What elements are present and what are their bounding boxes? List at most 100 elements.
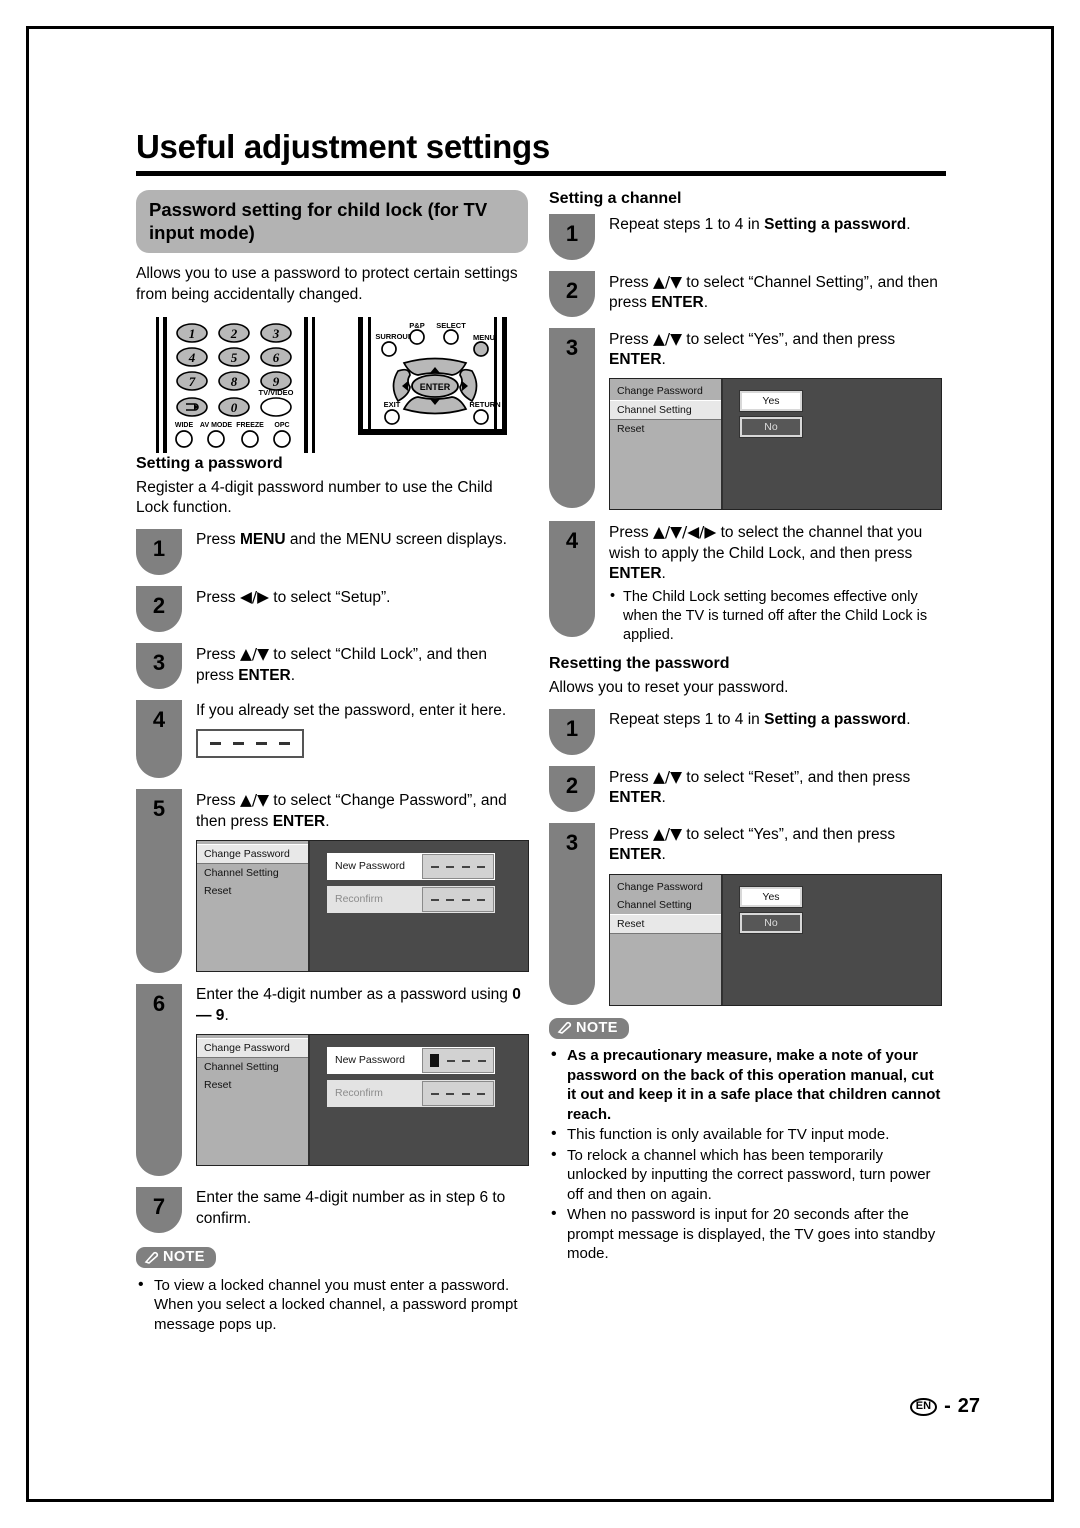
password-dash bbox=[279, 741, 290, 745]
svg-text:1: 1 bbox=[189, 326, 196, 341]
osd-menu-list: Change Password Channel Setting Reset bbox=[610, 874, 723, 1005]
section-banner: Password setting for child lock (for TV … bbox=[136, 189, 528, 254]
digit-dash bbox=[462, 1059, 471, 1062]
svg-text:4: 4 bbox=[188, 350, 196, 365]
osd-button-no[interactable]: No bbox=[739, 416, 803, 439]
step-text-6: Enter the 4-digit number as a password u… bbox=[196, 984, 529, 1167]
step-number-2: 2 bbox=[549, 765, 595, 812]
step-number-3: 3 bbox=[136, 643, 182, 690]
step-6: 6 Enter the 4-digit number as a password… bbox=[136, 984, 529, 1177]
password-dash bbox=[256, 741, 267, 745]
digit-dash bbox=[477, 898, 486, 901]
note-item: When no password is input for 20 seconds… bbox=[549, 1204, 946, 1264]
digit-dash bbox=[446, 898, 455, 901]
channel-step-4: 4 Press ▲/▼/◀/▶ to select the channel th… bbox=[549, 521, 946, 644]
channel-step-text-3: Press ▲/▼ to select “Yes”, and then pres… bbox=[609, 328, 946, 511]
note-tag: NOTE bbox=[549, 1017, 629, 1039]
step-number-7: 7 bbox=[136, 1187, 182, 1234]
page-footer: EN - 27 bbox=[909, 1395, 980, 1418]
osd-label-new-password: New Password bbox=[335, 1053, 406, 1066]
setting-password-intro: Register a 4-digit password number to us… bbox=[136, 478, 493, 517]
osd-item-change-password[interactable]: Change Password bbox=[610, 878, 721, 896]
osd-item-channel-setting[interactable]: Channel Setting bbox=[197, 864, 308, 882]
osd-field-new-password[interactable]: New Password bbox=[327, 853, 495, 881]
osd-button-yes[interactable]: Yes bbox=[739, 390, 803, 413]
osd-item-change-password[interactable]: Change Password bbox=[197, 844, 308, 865]
svg-text:7: 7 bbox=[189, 374, 196, 389]
step-5: 5 Press ▲/▼ to select “Change Password”,… bbox=[136, 789, 529, 974]
osd-item-channel-setting[interactable]: Channel Setting bbox=[197, 1058, 308, 1076]
osd-item-reset[interactable]: Reset bbox=[197, 1076, 308, 1094]
osd-digits-new-password[interactable] bbox=[422, 854, 494, 880]
reset-step-text-3: Press ▲/▼ to select “Yes”, and then pres… bbox=[609, 823, 946, 1006]
digit-dash bbox=[430, 1092, 439, 1095]
setting-password-heading: Setting a password bbox=[136, 454, 283, 472]
resetting-password-heading: Resetting the password bbox=[549, 654, 730, 672]
channel-step-1: 1 Repeat steps 1 to 4 in Setting a passw… bbox=[549, 213, 946, 260]
reset-step-1: 1 Repeat steps 1 to 4 in Setting a passw… bbox=[549, 708, 946, 755]
osd-field-new-password[interactable]: New Password bbox=[327, 1047, 495, 1075]
note-item: To relock a channel which has been tempo… bbox=[549, 1145, 946, 1205]
setting-channel-heading: Setting a channel bbox=[549, 189, 682, 207]
step-text-1: Press MENU and the MENU screen displays. bbox=[196, 531, 507, 549]
svg-text:RETURN: RETURN bbox=[469, 400, 500, 409]
step-number-1: 1 bbox=[549, 708, 595, 755]
osd-item-reset[interactable]: Reset bbox=[610, 420, 721, 438]
osd-digits-reconfirm[interactable] bbox=[422, 887, 494, 913]
note-block-right: NOTE As a precautionary measure, make a … bbox=[549, 1017, 946, 1264]
osd-field-reconfirm[interactable]: Reconfirm bbox=[327, 886, 495, 914]
digit-dash bbox=[477, 1092, 486, 1095]
note-item: To view a locked channel you must enter … bbox=[136, 1275, 528, 1335]
step-7: 7 Enter the same 4-digit number as in st… bbox=[136, 1187, 528, 1234]
step-4-label: If you already set the password, enter i… bbox=[196, 702, 507, 720]
step-1: 1 Press MENU and the MENU screen display… bbox=[136, 529, 528, 576]
footer-dash: - bbox=[944, 1395, 951, 1417]
osd-reset: Change Password Channel Setting Reset Ye… bbox=[609, 873, 942, 1006]
osd-field-reconfirm[interactable]: Reconfirm bbox=[327, 1080, 495, 1108]
digit-dash bbox=[446, 1092, 455, 1095]
channel-step-text-1: Repeat steps 1 to 4 in Setting a passwor… bbox=[609, 215, 911, 233]
svg-text:2: 2 bbox=[230, 326, 238, 341]
osd-button-no[interactable]: No bbox=[739, 911, 803, 934]
svg-text:6: 6 bbox=[273, 350, 280, 365]
digit-cursor bbox=[430, 1054, 440, 1068]
digit-dash bbox=[461, 898, 470, 901]
osd-item-reset[interactable]: Reset bbox=[197, 882, 308, 900]
reset-step-2: 2 Press ▲/▼ to select “Reset”, and then … bbox=[549, 765, 946, 812]
password-entry-box[interactable] bbox=[196, 728, 304, 758]
title-rule bbox=[136, 170, 946, 176]
osd-item-change-password[interactable]: Change Password bbox=[197, 1038, 308, 1059]
svg-text:0: 0 bbox=[231, 400, 238, 415]
osd-item-change-password[interactable]: Change Password bbox=[610, 382, 721, 400]
step-text-3: Press ▲/▼ to select “Child Lock”, and th… bbox=[196, 645, 487, 684]
pencil-icon bbox=[557, 1020, 572, 1035]
osd-channel-setting: Change Password Channel Setting Reset Ye… bbox=[609, 378, 942, 511]
osd-menu-list: Change Password Channel Setting Reset bbox=[197, 1035, 310, 1166]
osd-item-channel-setting[interactable]: Channel Setting bbox=[610, 400, 721, 421]
svg-text:ENTER: ENTER bbox=[420, 382, 451, 392]
right-column: Setting a channel 1 Repeat steps 1 to 4 … bbox=[549, 190, 946, 1265]
channel-step-4-bullets: The Child Lock setting becomes effective… bbox=[609, 587, 946, 645]
step-number-2: 2 bbox=[549, 270, 595, 317]
note-item: As a precautionary measure, make a note … bbox=[549, 1045, 946, 1124]
step-number-1: 1 bbox=[136, 529, 182, 576]
channel-step-2: 2 Press ▲/▼ to select “Channel Setting”,… bbox=[549, 270, 946, 317]
reset-step-text-1: Repeat steps 1 to 4 in Setting a passwor… bbox=[609, 710, 911, 728]
osd-item-channel-setting[interactable]: Channel Setting bbox=[610, 896, 721, 914]
step-number-4: 4 bbox=[549, 521, 595, 638]
pencil-icon bbox=[144, 1250, 159, 1265]
note-label: NOTE bbox=[163, 1249, 205, 1266]
note-item: This function is only available for TV i… bbox=[549, 1124, 946, 1145]
svg-text:MENU: MENU bbox=[473, 333, 495, 342]
step-text-4: If you already set the password, enter i… bbox=[196, 700, 528, 758]
osd-item-reset[interactable]: Reset bbox=[610, 913, 721, 934]
remote-control-illustration: 1 2 3 4 5 6 7 8 9 0 TV/VIDEO WIDE AV MOD… bbox=[136, 315, 528, 455]
left-column: Password setting for child lock (for TV … bbox=[136, 189, 529, 1336]
osd-change-password-2: Change Password Channel Setting Reset Ne… bbox=[196, 1034, 529, 1167]
osd-button-yes[interactable]: Yes bbox=[739, 885, 803, 908]
step-number-3: 3 bbox=[549, 327, 595, 508]
channel-step-3: 3 Press ▲/▼ to select “Yes”, and then pr… bbox=[549, 327, 946, 511]
osd-digits-reconfirm[interactable] bbox=[422, 1081, 494, 1107]
step-number-4: 4 bbox=[136, 700, 182, 779]
osd-digits-new-password[interactable] bbox=[422, 1048, 494, 1074]
